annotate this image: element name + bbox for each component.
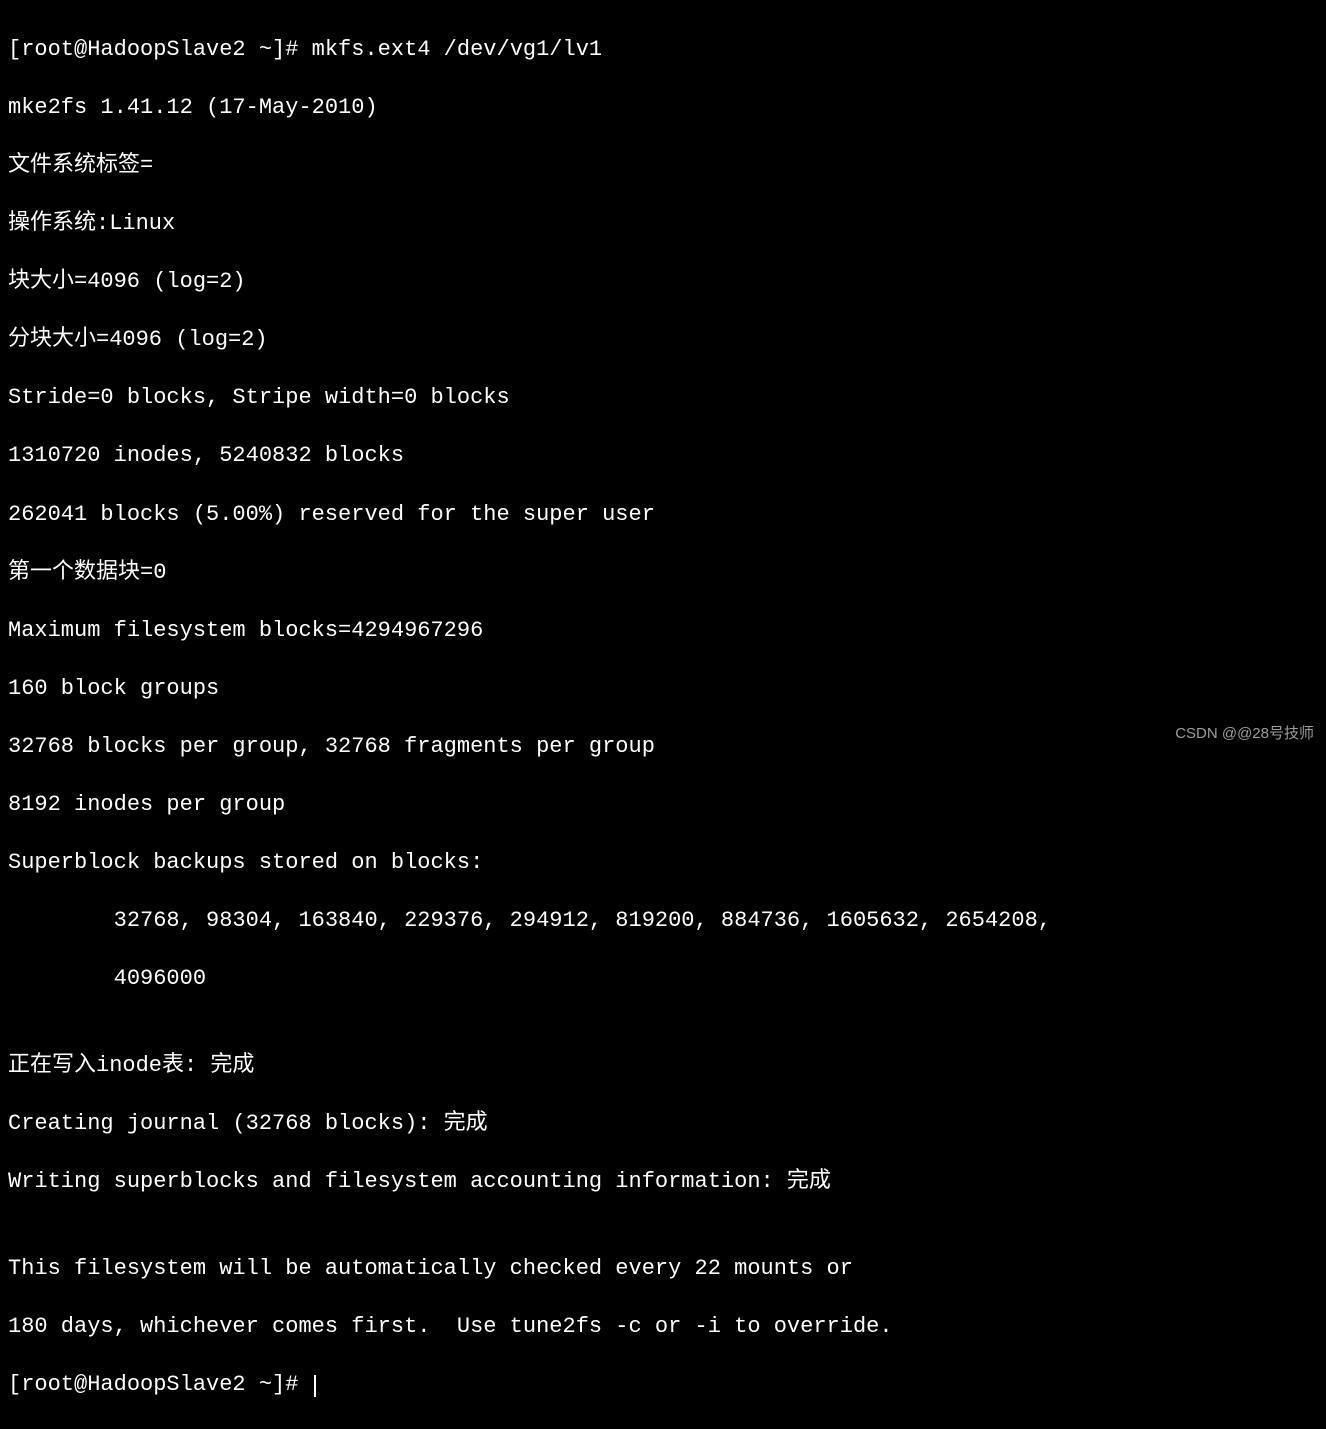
output-line: 32768 blocks per group, 32768 fragments …: [8, 732, 1318, 761]
output-line: 块大小=4096 (log=2): [8, 267, 1318, 296]
output-line: mke2fs 1.41.12 (17-May-2010): [8, 93, 1318, 122]
command-line-1: [root@HadoopSlave2 ~]# mkfs.ext4 /dev/vg…: [8, 35, 1318, 64]
cursor: [314, 1375, 316, 1397]
output-line: 262041 blocks (5.00%) reserved for the s…: [8, 500, 1318, 529]
prompt: [root@HadoopSlave2 ~]#: [8, 1372, 312, 1397]
output-line: Stride=0 blocks, Stripe width=0 blocks: [8, 383, 1318, 412]
output-line: Writing superblocks and filesystem accou…: [8, 1167, 1318, 1196]
output-line: 8192 inodes per group: [8, 790, 1318, 819]
output-line: 第一个数据块=0: [8, 558, 1318, 587]
output-line: 32768, 98304, 163840, 229376, 294912, 81…: [8, 906, 1318, 935]
output-line: 160 block groups: [8, 674, 1318, 703]
terminal-output[interactable]: [root@HadoopSlave2 ~]# mkfs.ext4 /dev/vg…: [8, 6, 1318, 1429]
output-line: 文件系统标签=: [8, 151, 1318, 180]
watermark: CSDN @@28号技师: [1175, 724, 1314, 744]
output-line: 分块大小=4096 (log=2): [8, 325, 1318, 354]
output-line: This filesystem will be automatically ch…: [8, 1254, 1318, 1283]
output-line: 4096000: [8, 964, 1318, 993]
prompt: [root@HadoopSlave2 ~]#: [8, 37, 312, 62]
output-line: Creating journal (32768 blocks): 完成: [8, 1109, 1318, 1138]
command-text: mkfs.ext4 /dev/vg1/lv1: [312, 37, 602, 62]
output-line: 正在写入inode表: 完成: [8, 1051, 1318, 1080]
output-line: Maximum filesystem blocks=4294967296: [8, 616, 1318, 645]
output-line: Superblock backups stored on blocks:: [8, 848, 1318, 877]
command-line-2: [root@HadoopSlave2 ~]#: [8, 1370, 1318, 1399]
output-line: 操作系统:Linux: [8, 209, 1318, 238]
output-line: 1310720 inodes, 5240832 blocks: [8, 441, 1318, 470]
output-line: 180 days, whichever comes first. Use tun…: [8, 1312, 1318, 1341]
